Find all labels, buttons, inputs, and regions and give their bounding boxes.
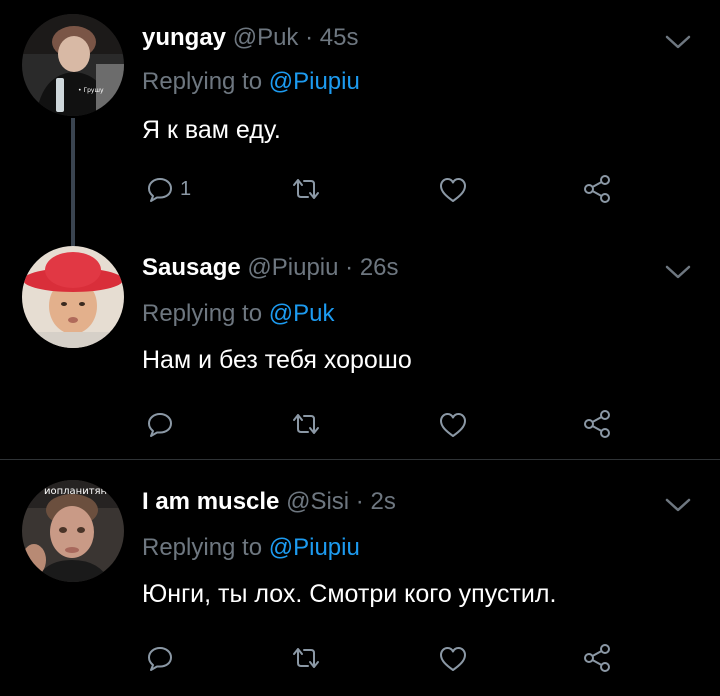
avatar[interactable]: иопланитян <box>22 480 124 582</box>
timestamp[interactable]: 26s <box>360 254 399 281</box>
replying-label: Replying to <box>142 68 263 95</box>
like-icon <box>440 413 466 437</box>
retweet-button[interactable] <box>290 410 322 438</box>
like-button[interactable] <box>438 176 468 204</box>
retweet-icon <box>293 414 319 434</box>
separator: · <box>345 254 354 281</box>
retweet-icon <box>293 648 319 668</box>
avatar-caption: • Грушу <box>78 87 104 94</box>
reply-button[interactable] <box>146 644 180 672</box>
user-handle[interactable]: @Sisi <box>286 488 349 515</box>
chevron-down-icon[interactable] <box>664 496 692 514</box>
replying-label: Replying to <box>142 534 263 561</box>
tweet-text: Юнги, ты лох. Смотри кого упустил. <box>142 580 557 608</box>
share-button[interactable] <box>582 174 612 204</box>
display-name[interactable]: Sausage <box>142 254 241 281</box>
like-icon <box>440 178 466 202</box>
share-button[interactable] <box>582 643 612 673</box>
share-icon <box>584 175 610 203</box>
share-button[interactable] <box>582 409 612 439</box>
like-icon <box>440 647 466 671</box>
avatar[interactable]: • Грушу <box>22 14 124 116</box>
tweet-header: yungay @Puk · 45s <box>142 24 358 52</box>
tweet-2[interactable]: Sausage @Piupiu · 26s Replying to @Puk Н… <box>0 232 720 458</box>
timestamp[interactable]: 45s <box>320 24 359 51</box>
reply-count: 1 <box>180 177 192 200</box>
replying-to-mention[interactable]: @Puk <box>269 300 335 327</box>
retweet-button[interactable] <box>290 175 322 203</box>
chevron-down-icon[interactable] <box>664 33 692 51</box>
reply-button[interactable]: 1 <box>146 175 191 203</box>
separator: · <box>305 24 314 51</box>
replying-to: Replying to @Puk <box>142 300 334 328</box>
display-name[interactable]: I am muscle <box>142 488 279 515</box>
reply-icon <box>148 178 172 202</box>
display-name[interactable]: yungay <box>142 24 226 51</box>
avatar[interactable] <box>22 246 124 348</box>
tweet-1[interactable]: • Грушу yungay @Puk · 45s Replying to @P… <box>0 0 720 246</box>
timestamp[interactable]: 2s <box>370 488 395 515</box>
retweet-button[interactable] <box>290 644 322 672</box>
replying-label: Replying to <box>142 300 263 327</box>
avatar-caption: иопланитян <box>44 486 107 497</box>
user-handle[interactable]: @Piupiu <box>247 254 338 281</box>
like-button[interactable] <box>438 645 468 673</box>
replying-to-mention[interactable]: @Piupiu <box>269 68 360 95</box>
replying-to: Replying to @Piupiu <box>142 68 360 96</box>
share-icon <box>584 410 610 438</box>
tweet-3[interactable]: иопланитян I am muscle @Sisi · 2s Replyi… <box>0 460 720 696</box>
reply-button[interactable] <box>146 410 180 438</box>
retweet-icon <box>293 179 319 199</box>
share-icon <box>584 644 610 672</box>
thread-line <box>71 118 75 246</box>
user-handle[interactable]: @Puk <box>233 24 299 51</box>
tweet-header: Sausage @Piupiu · 26s <box>142 254 399 282</box>
reply-icon <box>148 413 172 437</box>
tweet-text: Нам и без тебя хорошо <box>142 346 412 374</box>
chevron-down-icon[interactable] <box>664 263 692 281</box>
like-button[interactable] <box>438 411 468 439</box>
separator: · <box>355 488 364 515</box>
tweet-text: Я к вам еду. <box>142 116 281 144</box>
replying-to-mention[interactable]: @Piupiu <box>269 534 360 561</box>
tweet-header: I am muscle @Sisi · 2s <box>142 488 396 516</box>
replying-to: Replying to @Piupiu <box>142 534 360 562</box>
reply-icon <box>148 647 172 671</box>
